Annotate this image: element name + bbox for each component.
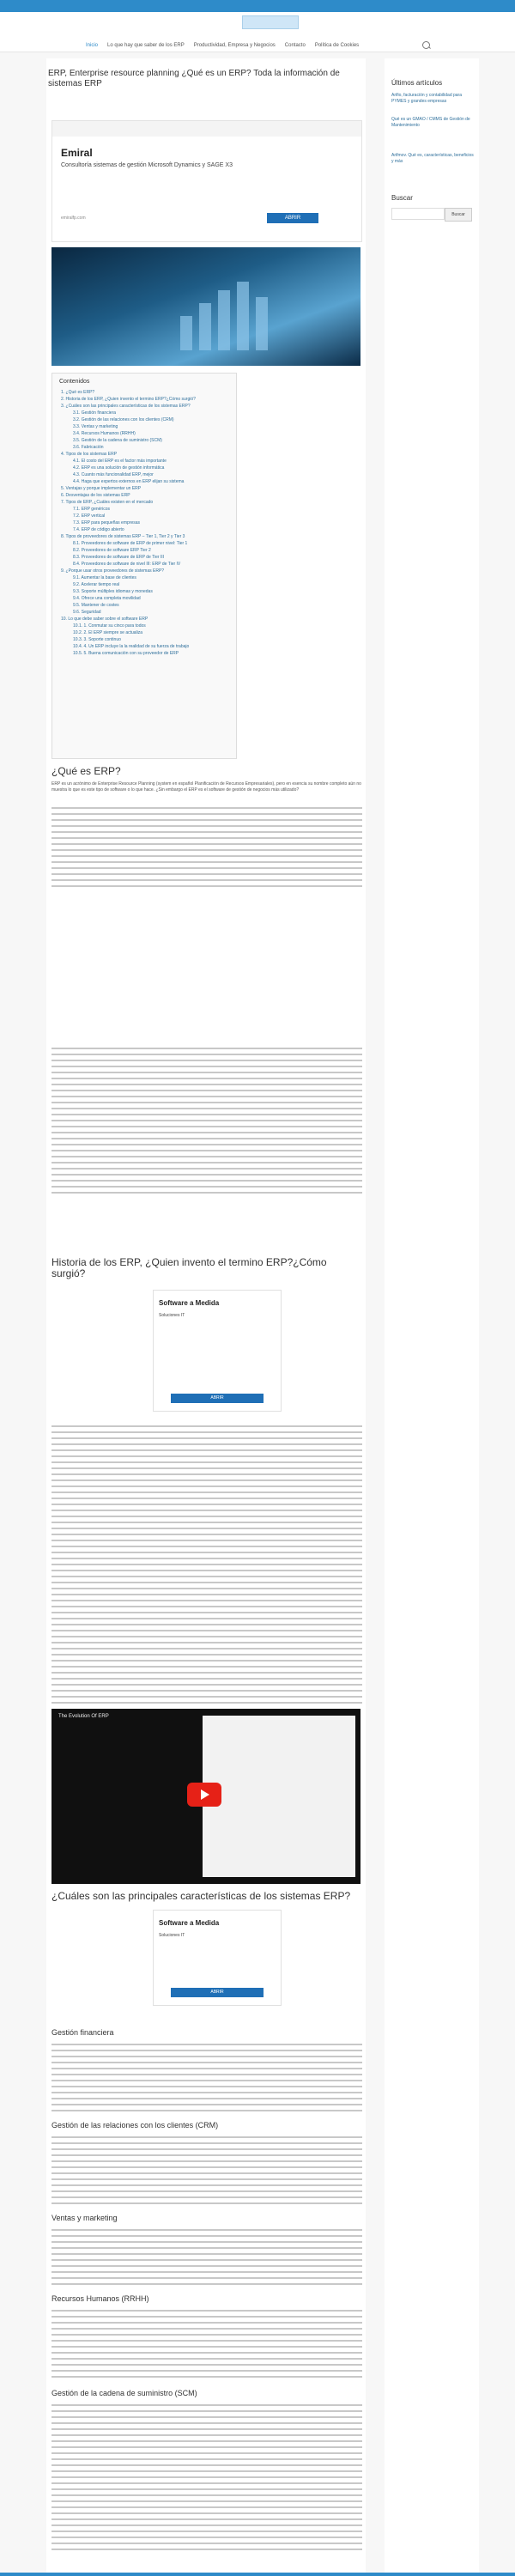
ad-small-open-button[interactable]: ABRIR (171, 1394, 264, 1403)
play-icon[interactable] (187, 1783, 221, 1807)
nav-item-cookies[interactable]: Política de Cookies (315, 43, 359, 48)
ad-open-button[interactable]: ABRIR (267, 213, 318, 223)
heading-finance: Gestión financiera (52, 2028, 114, 2037)
body-text-block (52, 1048, 362, 1198)
toc-item[interactable]: 7. Tipos de ERP, ¿Cuáles existen en el m… (61, 499, 233, 506)
nav-item-erp[interactable]: Lo que hay que saber de los ERP (107, 43, 185, 48)
toc-item[interactable]: 5. Ventajas y porque implementar un ERP (61, 485, 233, 492)
ad-small-title: Software a Medida (159, 1299, 220, 1307)
toc-item[interactable]: 4.1. El costo del ERP es el factor más i… (61, 458, 233, 465)
ad-header (52, 121, 361, 137)
paragraph-what-is-erp: ERP es un acrónimo de Enterprise Resourc… (52, 781, 361, 793)
hero-chart-graphic (180, 282, 268, 350)
toc-item[interactable]: 3.3. Ventas y marketing (61, 423, 233, 430)
toc-item[interactable]: 8.1. Proveedores de software de ERP de p… (61, 540, 233, 547)
toc-item[interactable]: 3.5. Gestión de la cadena de suministro … (61, 437, 233, 444)
toc-item[interactable]: 8.4. Proveedores de software de nivel II… (61, 561, 233, 568)
hero-image (52, 247, 360, 366)
toc-item[interactable]: 8.2. Proveedores de software ERP Tier 2 (61, 547, 233, 554)
nav-item-inicio[interactable]: Inicio (86, 43, 98, 48)
table-of-contents: Contenidos 1. ¿Qué es ERP? 2. Historia de… (52, 373, 237, 759)
toc-item[interactable]: 3.6. Fabricación (61, 444, 233, 451)
toc-item[interactable]: 10.4. 4. Un ERP incluye la la realidad d… (61, 643, 233, 650)
toc-item[interactable]: 9.1. Aumentar la base de clientes (61, 574, 233, 581)
bottom-accent-bar (0, 2573, 515, 2576)
toc-item[interactable]: 9.3. Soporte múltiples idiomas y monedas (61, 588, 233, 595)
toc-item[interactable]: 4.3. Cuanto más funcionalidad ERP, mejor (61, 471, 233, 478)
toc-item[interactable]: 3.1. Gestión financiera (61, 410, 233, 416)
toc-item[interactable]: 9.5. Mantener de costes (61, 602, 233, 609)
body-text-block (52, 2044, 362, 2116)
search-icon[interactable] (422, 41, 430, 49)
toc-item[interactable]: 8.3. Proveedores de software de ERP de T… (61, 554, 233, 561)
heading-features: ¿Cuáles son las principales característi… (52, 1890, 351, 1902)
heading-scm: Gestión de la cadena de suministro (SCM) (52, 2389, 197, 2397)
sidebar-panel (385, 58, 479, 2573)
sidebar-recent-item[interactable]: Arifio, facturación y contabilidad para … (391, 93, 474, 105)
heading-sales: Ventas y marketing (52, 2214, 118, 2222)
sidebar-recent-item[interactable]: Arifmov. Qué es, características, benefi… (391, 153, 474, 165)
toc-item[interactable]: 7.2. ERP vertical (61, 513, 233, 519)
nav-item-contacto[interactable]: Contacto (285, 43, 306, 48)
toc-item[interactable]: 1. ¿Qué es ERP? (61, 389, 233, 396)
toc-item[interactable]: 8. Tipos de proveedores de sistemas ERP … (61, 533, 233, 540)
ad-small-subtitle: Soluciones IT (159, 1933, 185, 1938)
body-text-block (52, 2136, 362, 2208)
toc-title: Contenidos (59, 379, 90, 385)
video-slide (203, 1716, 355, 1877)
toc-item[interactable]: 3. ¿Cuáles son las principales caracterí… (61, 403, 233, 410)
ad-small-subtitle: Soluciones IT (159, 1313, 185, 1318)
ad-url: emiralfp.com (61, 216, 86, 221)
nav-item-productividad[interactable]: Productividad, Empresa y Negocios (194, 43, 276, 48)
toc-item[interactable]: 7.4. ERP de código abierto (61, 526, 233, 533)
toc-item[interactable]: 9.2. Acelerar tiempo real (61, 581, 233, 588)
toc-item[interactable]: 10. Lo que debe saber sobre el software … (61, 616, 233, 623)
site-header: Inicio Lo que hay que saber de los ERP P… (0, 12, 515, 52)
toc-item[interactable]: 7.1. ERP genéricos (61, 506, 233, 513)
toc-item[interactable]: 10.2. 2. El ERP siempre se actualiza (61, 629, 233, 636)
heading-history: Historia de los ERP, ¿Quien invento el t… (52, 1256, 327, 1279)
ad-small-open-button[interactable]: ABRIR (171, 1988, 264, 1997)
main-nav: Inicio Lo que hay que saber de los ERP P… (86, 43, 359, 48)
top-accent-bar (0, 0, 515, 12)
video-player[interactable]: The Evolution Of ERP (52, 1709, 360, 1884)
toc-item[interactable]: 6. Desventajas de los sistemas ERP (61, 492, 233, 499)
toc-list: 1. ¿Qué es ERP? 2. Historia de los ERP, ¿… (61, 389, 233, 657)
heading-what-is-erp: ¿Qué es ERP? (52, 765, 121, 777)
toc-item[interactable]: 10.1. 1. Conmutar su cinco para todos (61, 623, 233, 629)
sidebar-recent-title: Últimos artículos (391, 79, 443, 87)
sidebar-search-title: Buscar (391, 194, 413, 202)
page-title: ERP, Enterprise resource planning ¿Qué e… (48, 69, 340, 88)
heading-hr: Recursos Humanos (RRHH) (52, 2294, 149, 2303)
toc-item[interactable]: 3.2. Gestión de las relaciones con los c… (61, 416, 233, 423)
toc-item[interactable]: 9. ¿Porque usar otros proveedores de sis… (61, 568, 233, 574)
toc-item[interactable]: 3.4. Recursos Humanos (RRHH) (61, 430, 233, 437)
site-logo[interactable] (242, 15, 299, 29)
toc-item[interactable]: 10.5. 5. Buena comunicación con su prove… (61, 650, 233, 657)
toc-item[interactable]: 4.2. ERP es una solución de gestión info… (61, 465, 233, 471)
ad-small[interactable]: Software a Medida Soluciones IT ABRIR (153, 1910, 282, 2006)
heading-crm: Gestión de las relaciones con los client… (52, 2121, 219, 2129)
sidebar-search-input[interactable] (391, 208, 445, 220)
video-title: The Evolution Of ERP (58, 1714, 109, 1719)
body-text-block (52, 2404, 362, 2555)
toc-item[interactable]: 4.4. Haga que expertos externos en ERP e… (61, 478, 233, 485)
sidebar-search-button[interactable]: Buscar (445, 208, 472, 222)
body-text-block (52, 1425, 362, 1708)
toc-item[interactable]: 9.6. Seguridad (61, 609, 233, 616)
ad-small-title: Software a Medida (159, 1919, 220, 1927)
ad-small[interactable]: Software a Medida Soluciones IT ABRIR (153, 1290, 282, 1412)
ad-title: Emiral (61, 147, 93, 159)
body-text-block (52, 2310, 362, 2382)
toc-item[interactable]: 9.4. Ofrece una completa movilidad (61, 595, 233, 602)
toc-item[interactable]: 7.3. ERP para pequeñas empresas (61, 519, 233, 526)
toc-item[interactable]: 4. Tipos de los sistemas ERP (61, 451, 233, 458)
sidebar-recent-item[interactable]: Qué es un GMAO / CMMS de Gestión de Mant… (391, 117, 474, 129)
toc-item[interactable]: 10.3. 3. Soporte continuo (61, 636, 233, 643)
body-text-block (52, 2229, 362, 2289)
toc-item[interactable]: 2. Historia de los ERP, ¿Quien invento e… (61, 396, 233, 403)
ad-subtitle: Consultoría sistemas de gestión Microsof… (61, 162, 233, 168)
ad-banner[interactable]: Emiral Consultoría sistemas de gestión M… (52, 120, 362, 242)
body-text-block (52, 807, 362, 891)
